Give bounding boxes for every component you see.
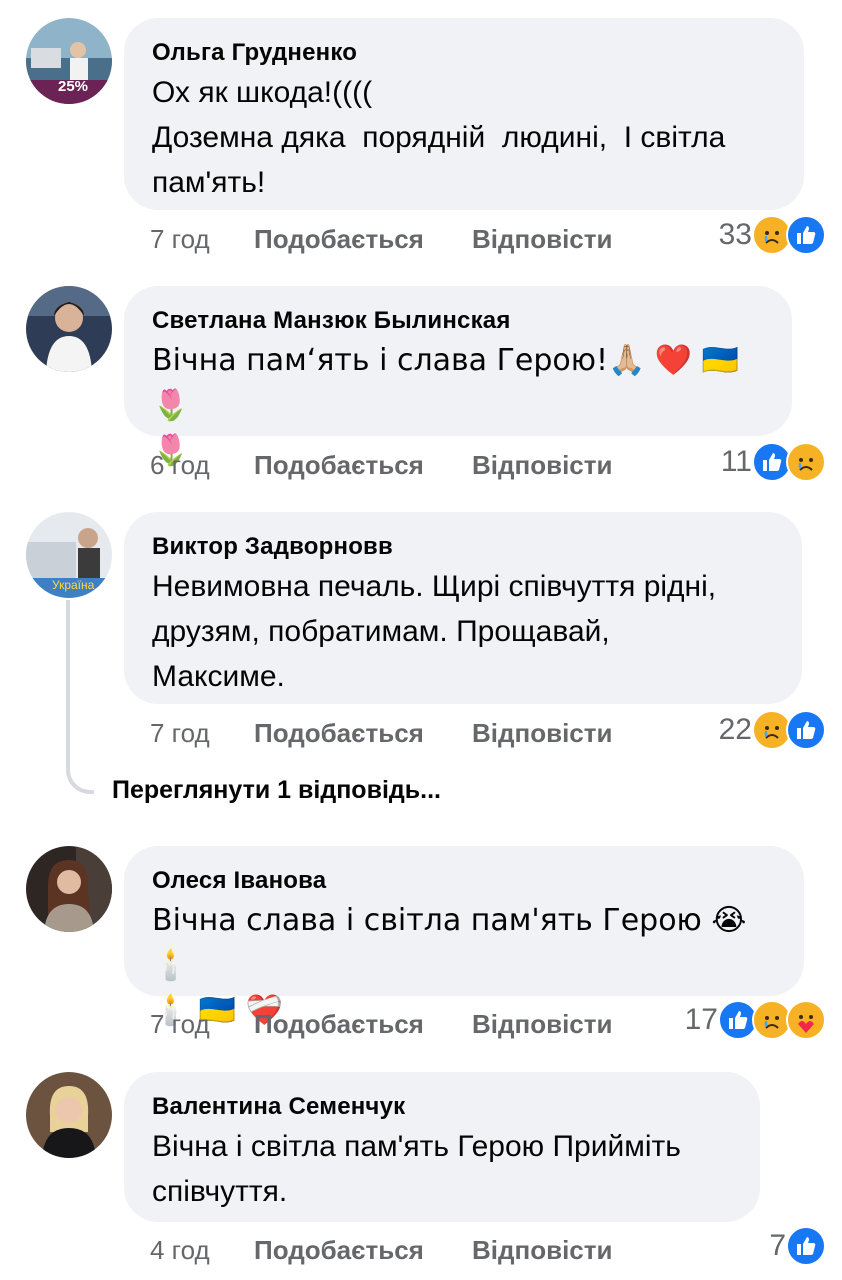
- reaction-summary[interactable]: 17: [685, 1000, 826, 1040]
- comment-actions: 6 год Подобається Відповісти: [150, 448, 612, 482]
- comment-actions: 7 год Подобається Відповісти: [150, 222, 612, 256]
- reaction-summary[interactable]: 22: [719, 710, 826, 750]
- reply-button[interactable]: Відповісти: [472, 716, 612, 750]
- like-button[interactable]: Подобається: [254, 716, 472, 750]
- reply-button[interactable]: Відповісти: [472, 222, 612, 256]
- comment-author[interactable]: Валентина Семенчук: [152, 1092, 732, 1122]
- avatar[interactable]: [26, 846, 112, 932]
- reaction-summary[interactable]: 7: [769, 1226, 826, 1266]
- reply-button[interactable]: Відповісти: [472, 1233, 612, 1267]
- like-button[interactable]: Подобається: [254, 1233, 472, 1267]
- like-reaction-icon: [786, 215, 826, 255]
- comment-actions: 7 год Подобається Відповісти: [150, 1007, 612, 1041]
- comment-author[interactable]: Ольга Грудненко: [152, 38, 776, 68]
- comment-author[interactable]: Олеся Іванова: [152, 866, 776, 896]
- like-button[interactable]: Подобається: [254, 1007, 472, 1041]
- sad-reaction-icon: [786, 442, 826, 482]
- comment-actions: 7 год Подобається Відповісти: [150, 716, 612, 750]
- avatar-badge: 25%: [58, 78, 89, 95]
- view-replies-link[interactable]: Переглянути 1 відповідь...: [112, 776, 441, 805]
- avatar[interactable]: [26, 286, 112, 372]
- avatar[interactable]: [26, 1072, 112, 1158]
- comment-time[interactable]: 4 год: [150, 1233, 254, 1267]
- comment-author[interactable]: Светлана Манзюк Былинская: [152, 306, 764, 336]
- like-button[interactable]: Подобається: [254, 222, 472, 256]
- comment-text: Ох як шкода!(((( Доземна дяка порядній л…: [152, 76, 726, 199]
- reaction-summary[interactable]: 33: [719, 215, 826, 255]
- comment-author[interactable]: Виктор Задворновв: [152, 532, 774, 562]
- comment-text: Вічна і світла пам'ять Герою Прийміть сп…: [152, 1130, 681, 1208]
- comment-actions: 4 год Подобається Відповісти: [150, 1233, 612, 1267]
- like-button[interactable]: Подобається: [254, 448, 472, 482]
- comment-time[interactable]: 6 год: [150, 448, 254, 482]
- comment-time[interactable]: 7 год: [150, 222, 254, 256]
- comment-bubble: Олеся Іванова Вічна слава і світла пам'я…: [124, 846, 804, 1028]
- avatar[interactable]: 25%: [26, 18, 112, 104]
- thread-connector-line: [66, 600, 94, 794]
- comment-bubble: Светлана Манзюк Былинская Вічна пам‘ять …: [124, 286, 792, 468]
- avatar[interactable]: Україна: [26, 512, 112, 598]
- like-reaction-icon: [786, 1226, 826, 1266]
- reaction-count: 11: [720, 445, 752, 478]
- avatar-badge: Україна: [52, 578, 95, 592]
- reply-button[interactable]: Відповісти: [472, 1007, 612, 1041]
- reaction-count: 33: [718, 218, 752, 251]
- comment-bubble: Валентина Семенчук Вічна і світла пам'ят…: [124, 1072, 760, 1222]
- like-reaction-icon: [786, 710, 826, 750]
- reply-button[interactable]: Відповісти: [472, 448, 612, 482]
- comment-bubble: Ольга Грудненко Ох як шкода!(((( Доземна…: [124, 18, 804, 210]
- reaction-count: 7: [769, 1229, 786, 1262]
- comment-time[interactable]: 7 год: [150, 716, 254, 750]
- reaction-count: 22: [718, 713, 752, 746]
- care-reaction-icon: [786, 1000, 826, 1040]
- comment-text: Невимовна печаль. Щирі співчуття рідні, …: [152, 570, 717, 693]
- comment-time[interactable]: 7 год: [150, 1007, 254, 1041]
- reaction-count: 17: [684, 1003, 718, 1036]
- comment-bubble: Виктор Задворновв Невимовна печаль. Щирі…: [124, 512, 802, 704]
- reaction-summary[interactable]: 11: [721, 442, 826, 482]
